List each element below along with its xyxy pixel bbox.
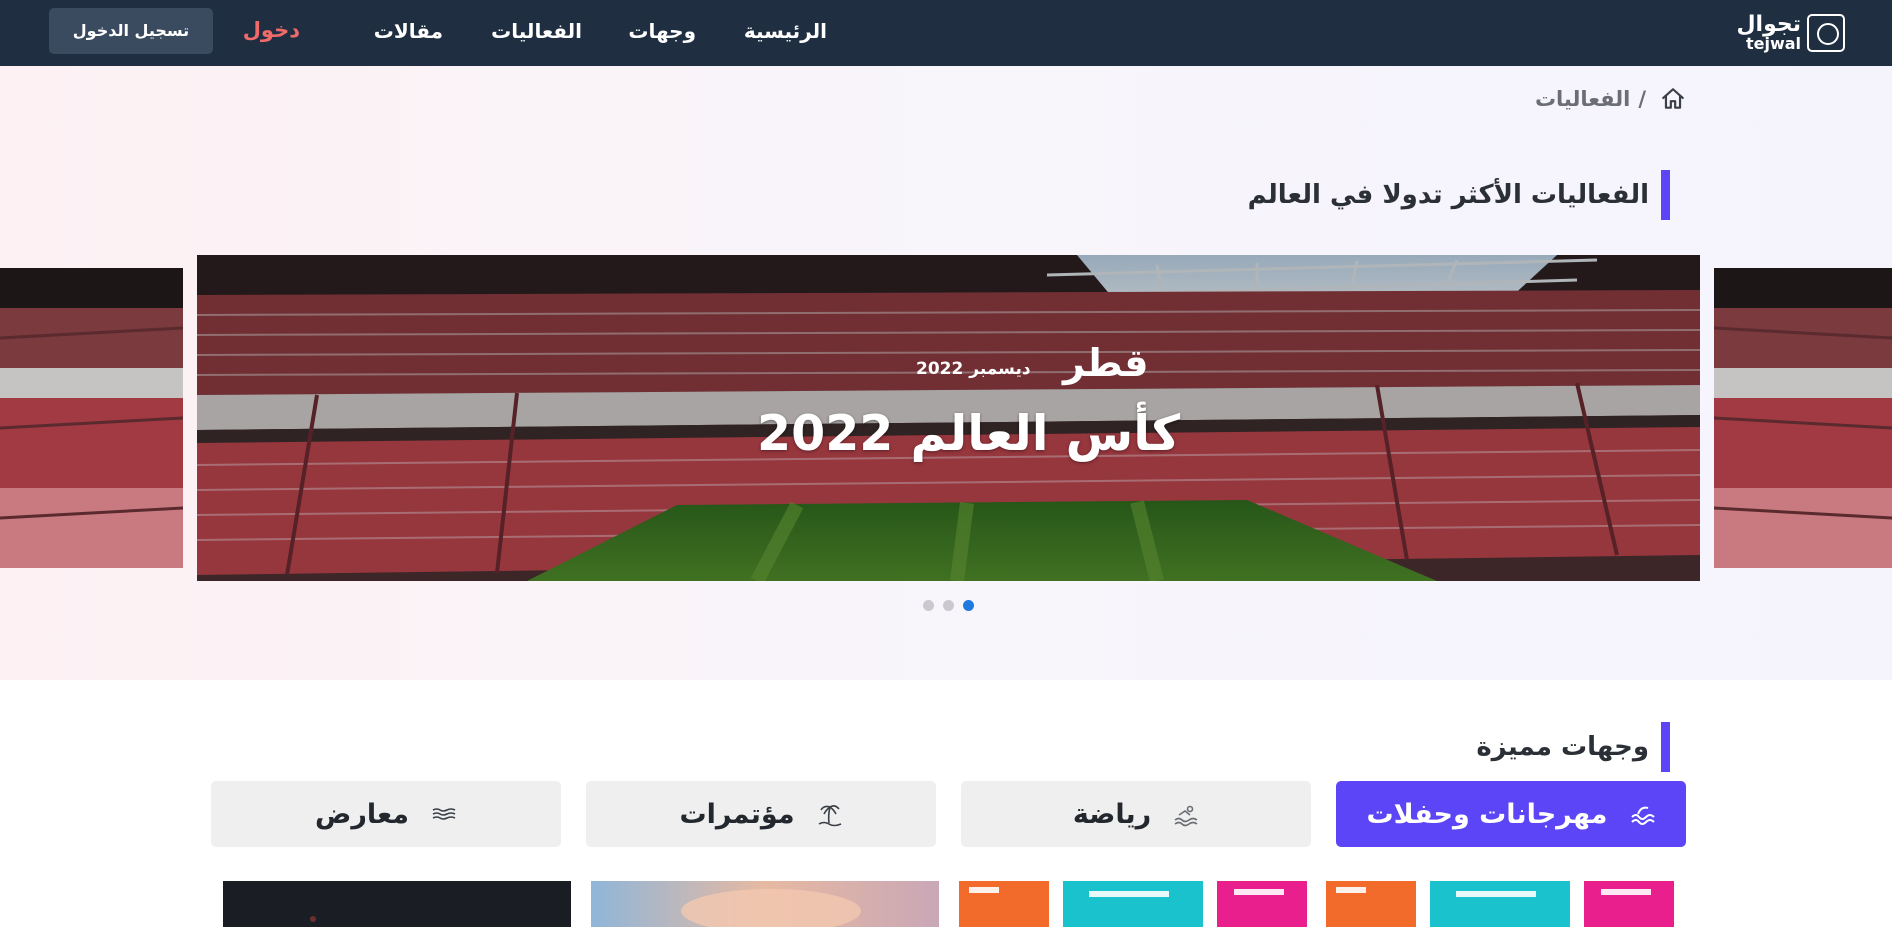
breadcrumb-current: الفعاليات	[1534, 87, 1631, 111]
destination-card[interactable]	[591, 881, 939, 927]
destination-card[interactable]	[223, 881, 571, 927]
category-conferences[interactable]: مؤتمرات	[586, 781, 936, 847]
section-accent-bar	[1661, 170, 1670, 220]
top-navbar: تجوال tejwal الرئيسية وجهات الفعاليات مق…	[0, 0, 1892, 66]
tejwal-logo[interactable]: تجوال tejwal	[1725, 12, 1845, 54]
globe-icon	[1807, 14, 1845, 52]
category-sports[interactable]: رياضة	[961, 781, 1311, 847]
island-icon	[818, 805, 841, 827]
nav-home[interactable]: الرئيسية	[744, 0, 827, 66]
carousel-slide-next[interactable]	[1714, 268, 1892, 568]
destination-card[interactable]	[959, 881, 1307, 927]
waves-icon	[1630, 806, 1655, 825]
stadium-image	[0, 268, 183, 568]
carousel-slide-active[interactable]: قطر ديسمبر 2022 كأس العالم 2022	[197, 255, 1700, 581]
qatar-banner-image	[959, 881, 1307, 927]
swimmer-icon	[1174, 805, 1198, 827]
breadcrumb-separator: /	[1638, 87, 1646, 111]
category-exhibitions[interactable]: معارض	[211, 781, 561, 847]
slide-country: قطر	[1063, 341, 1149, 385]
carousel-dot[interactable]	[923, 600, 934, 611]
category-label: مؤتمرات	[679, 798, 795, 830]
carousel-dots	[923, 600, 974, 611]
qatar-banner-image	[1326, 881, 1674, 927]
breadcrumb: / الفعاليات	[1535, 84, 1686, 114]
trending-section-title: الفعاليات الأكثر تدولا في العالم	[1247, 180, 1649, 210]
nav-articles[interactable]: مقالات	[374, 0, 443, 66]
logo-text-english: tejwal	[1745, 34, 1801, 53]
home-icon[interactable]	[1660, 86, 1686, 112]
water-lines-icon	[432, 808, 456, 820]
sky-image	[591, 881, 939, 927]
category-label: معارض	[315, 798, 409, 830]
slide-date: ديسمبر 2022	[916, 359, 1031, 379]
category-label: مهرجانات وحفلات	[1366, 798, 1608, 830]
category-festivals[interactable]: مهرجانات وحفلات	[1336, 781, 1686, 847]
nav-destinations[interactable]: وجهات	[628, 0, 696, 66]
featured-section-title: وجهات مميزة	[1476, 732, 1649, 762]
carousel-dot-active[interactable]	[963, 600, 974, 611]
night-image	[223, 881, 571, 927]
login-link[interactable]: دخول	[243, 0, 300, 66]
slide-title: كأس العالم 2022	[757, 405, 1181, 462]
category-label: رياضة	[1072, 798, 1152, 830]
carousel-slide-prev[interactable]	[0, 268, 183, 568]
section-accent-bar	[1661, 722, 1670, 772]
destination-card[interactable]	[1326, 881, 1674, 927]
stadium-image	[1714, 268, 1892, 568]
nav-events[interactable]: الفعاليات	[491, 0, 582, 66]
register-button[interactable]: تسجيل الدخول	[49, 8, 213, 54]
carousel-dot[interactable]	[943, 600, 954, 611]
